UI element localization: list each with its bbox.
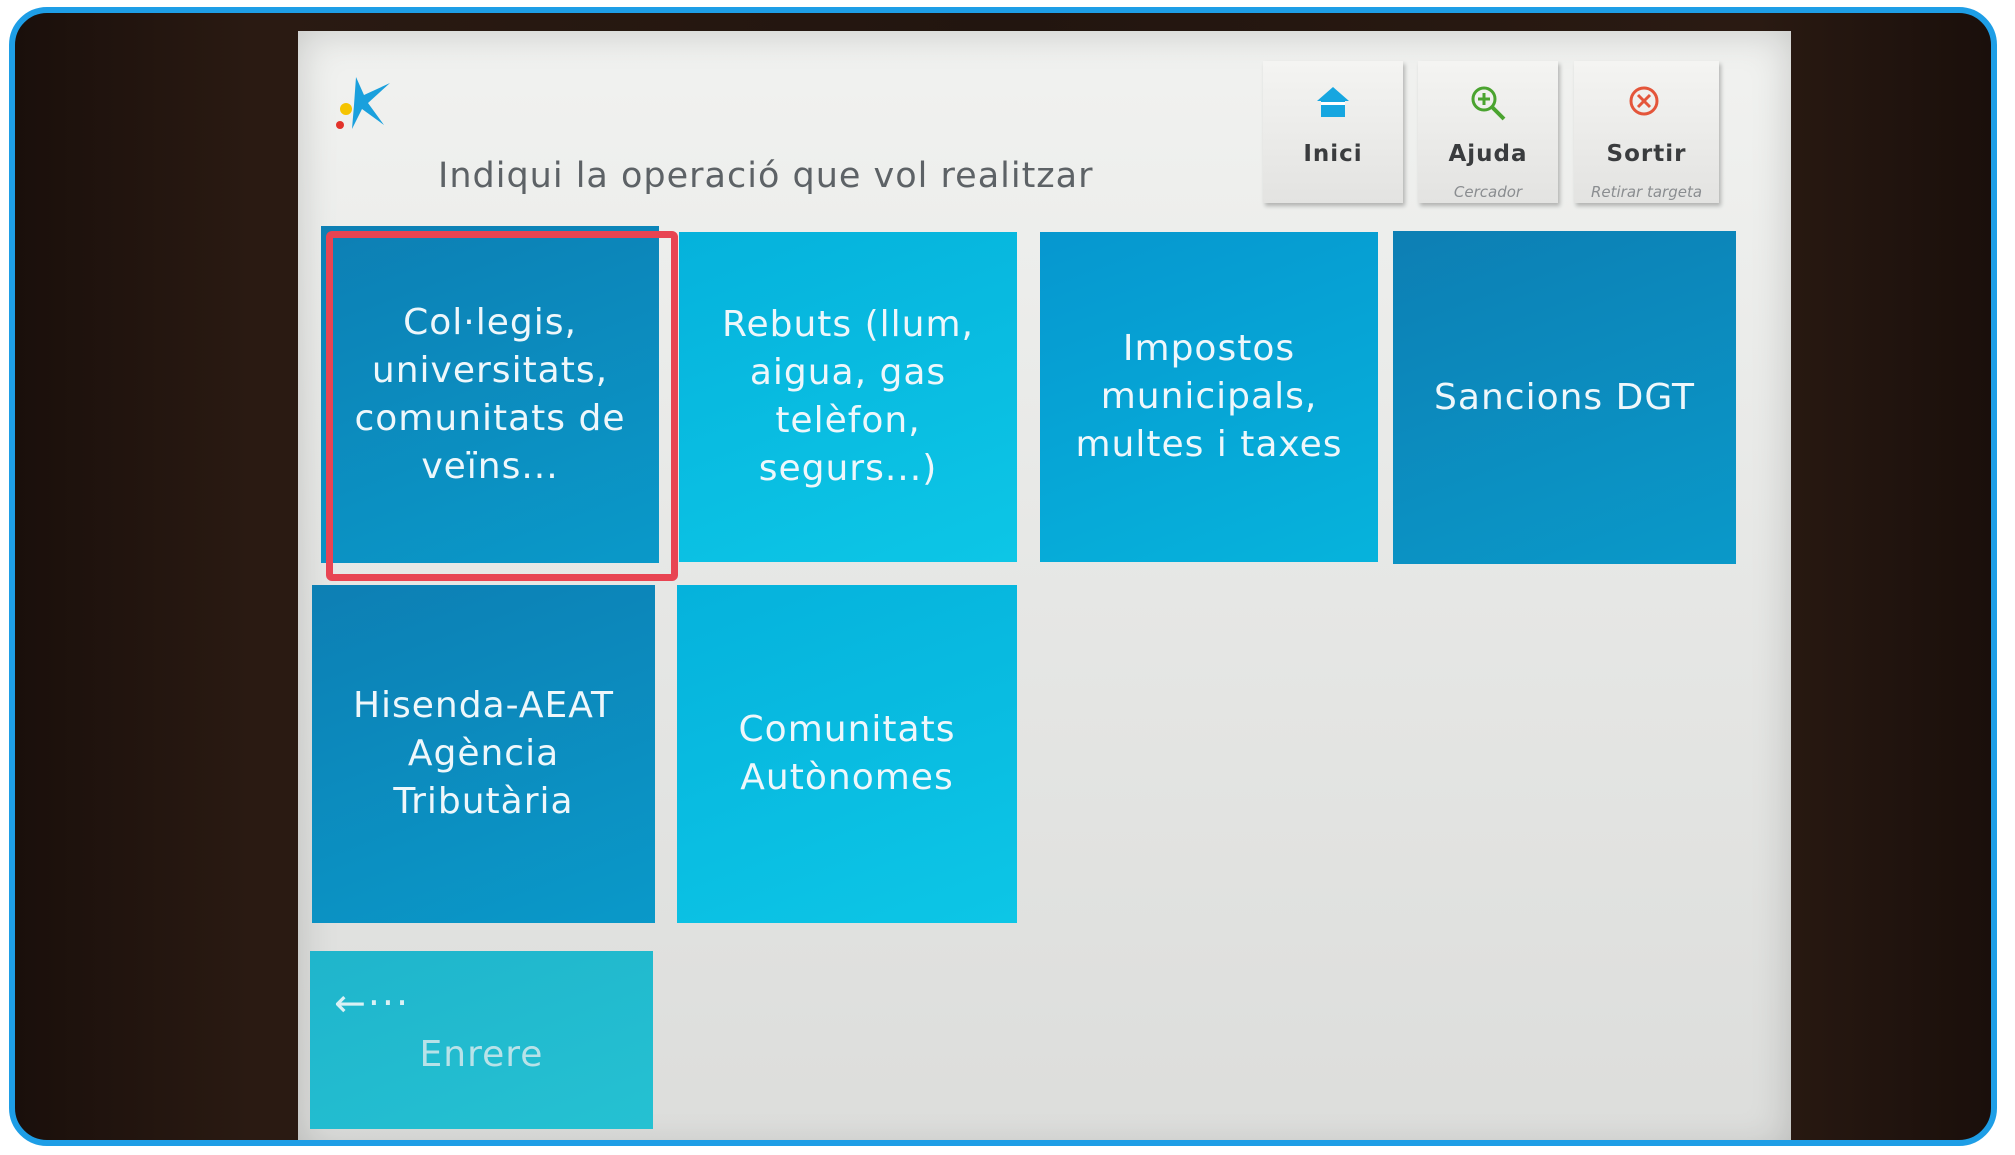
brand-logo xyxy=(336,77,390,129)
help-button-sublabel: Cercador xyxy=(1453,183,1523,201)
tile-receipts[interactable]: Rebuts (llum, aigua, gas telèfon, segurs… xyxy=(679,232,1017,562)
back-button[interactable]: ←··· Enrere xyxy=(310,951,653,1129)
home-button[interactable]: Inici xyxy=(1263,61,1403,203)
help-button-label: Ajuda xyxy=(1448,141,1528,167)
page-title: Indiqui la operació que vol realitzar xyxy=(438,156,1094,196)
tile-tax-agency[interactable]: Hisenda-AEAT Agència Tributària xyxy=(312,585,655,923)
exit-button-sublabel: Retirar targeta xyxy=(1590,183,1703,201)
back-button-label: Enrere xyxy=(419,1034,544,1075)
exit-button-label: Sortir xyxy=(1606,141,1687,167)
home-icon xyxy=(1317,87,1349,117)
exit-button[interactable]: Sortir Retirar targeta xyxy=(1574,61,1719,203)
help-button[interactable]: Ajuda Cercador xyxy=(1418,61,1558,203)
home-button-label: Inici xyxy=(1303,141,1363,167)
tile-dgt-fines[interactable]: Sancions DGT xyxy=(1393,231,1736,564)
zoom-in-icon xyxy=(1471,86,1506,121)
selection-highlight xyxy=(326,231,678,581)
photo-frame: Indiqui la operació que vol realitzar In… xyxy=(9,7,1997,1146)
back-arrow-icon: ←··· xyxy=(334,981,411,1025)
tile-autonomous-communities[interactable]: Comunitats Autònomes xyxy=(677,585,1017,923)
tile-municipal-taxes[interactable]: Impostos municipals, multes i taxes xyxy=(1040,232,1378,562)
close-circle-icon xyxy=(1629,86,1659,116)
